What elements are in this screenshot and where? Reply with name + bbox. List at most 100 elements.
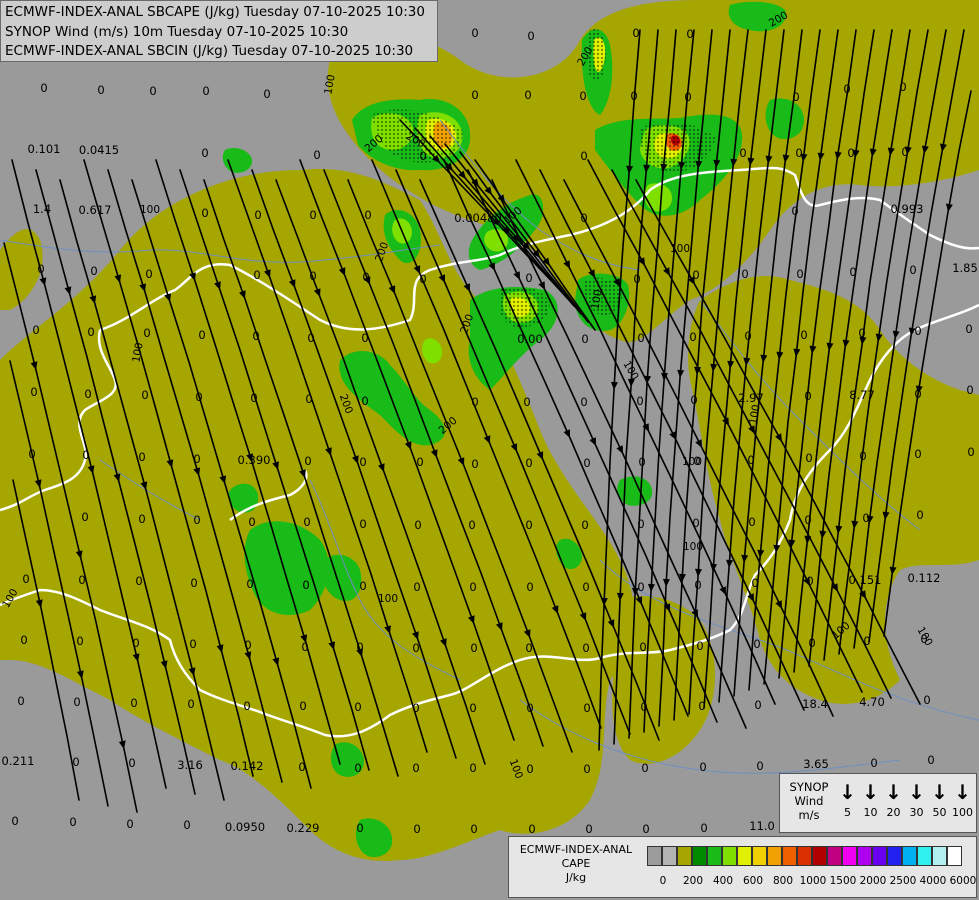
cin-value-label: 0 — [641, 761, 648, 775]
cape-color-swatch — [767, 846, 782, 866]
wind-arrowhead — [945, 203, 953, 212]
cin-value-label: 0 — [193, 513, 200, 527]
cin-value-label: 0 — [138, 450, 145, 464]
synop-legend-title: SYNOP Wind m/s — [783, 780, 835, 822]
cin-value-label: 0.101 — [28, 142, 61, 156]
cape-contour-label: 100 — [140, 204, 160, 216]
cape-color-swatch — [722, 846, 737, 866]
cin-value-label: 0 — [419, 272, 426, 286]
cin-value-label: 0 — [694, 578, 701, 592]
cin-value-label: 0 — [525, 518, 532, 532]
cin-value-label: 0 — [198, 328, 205, 342]
cin-value-label: 0 — [354, 761, 361, 775]
cin-value-label: 0 — [202, 84, 209, 98]
cin-value-label: 0 — [37, 262, 44, 276]
cin-value-label: 0 — [795, 146, 802, 160]
cin-value-label: 0 — [90, 264, 97, 278]
cin-value-label: 0 — [916, 508, 923, 522]
cin-value-label: 0 — [190, 576, 197, 590]
cin-value-label: 0 — [263, 87, 270, 101]
wind-arrow-icon: ↓ — [908, 780, 925, 804]
cin-value-label: 0 — [468, 518, 475, 532]
cin-value-label: 0 — [22, 572, 29, 586]
cin-value-label: 0 — [356, 821, 363, 835]
cin-value-label: 0 — [843, 82, 850, 96]
cin-value-label: 0 — [471, 457, 478, 471]
cin-value-label: 3.16 — [177, 758, 203, 772]
cin-value-label: 0 — [528, 822, 535, 836]
cape-color-swatch — [692, 846, 707, 866]
cin-value-label: 0.142 — [231, 759, 264, 773]
cape-color-swatch — [812, 846, 827, 866]
cin-value-label: 0 — [909, 263, 916, 277]
cin-value-label: 0 — [966, 383, 973, 397]
cin-value-label: 0 — [791, 204, 798, 218]
cin-value-label: 0 — [700, 821, 707, 835]
cin-value-label: 0 — [862, 511, 869, 525]
cape-color-swatch — [887, 846, 902, 866]
cin-value-label: 0 — [87, 325, 94, 339]
cin-value-label: 0 — [525, 456, 532, 470]
cin-value-label: 0 — [804, 389, 811, 403]
cape-color-swatch — [677, 846, 692, 866]
cin-value-label: 0 — [639, 640, 646, 654]
cin-value-label: 0 — [965, 322, 972, 336]
cin-value-label: 0 — [189, 637, 196, 651]
cin-value-label: 0 — [637, 331, 644, 345]
cin-value-label: 0 — [248, 515, 255, 529]
cin-value-label: 0 — [76, 634, 83, 648]
cin-value-label: 0 — [141, 388, 148, 402]
cin-value-label: 0.390 — [238, 453, 271, 467]
cin-value-label: 0 — [412, 701, 419, 715]
cin-value-label: 0 — [193, 452, 200, 466]
wind-arrow-icon: ↓ — [931, 780, 948, 804]
synop-legend-item: ↓ 20 — [882, 780, 905, 820]
cin-value-label: 0 — [304, 454, 311, 468]
cin-value-label: 0 — [307, 331, 314, 345]
cin-value-label: 0 — [748, 515, 755, 529]
cin-value-label: 0 — [143, 326, 150, 340]
cin-value-label: 0 — [72, 755, 79, 769]
cin-value-label: 0 — [637, 580, 644, 594]
cin-value-label: 0 — [640, 700, 647, 714]
cin-value-label: 0 — [808, 636, 815, 650]
cin-value-label: 0 — [246, 577, 253, 591]
cin-value-label: 0 — [30, 385, 37, 399]
cin-value-label: 0 — [128, 756, 135, 770]
synop-value: 5 — [844, 806, 851, 819]
cin-value-label: 0 — [126, 817, 133, 831]
cin-value-label: 0 — [32, 323, 39, 337]
cin-value-label: 0 — [792, 90, 799, 104]
cin-value-label: 0 — [927, 753, 934, 767]
cape-legend-label: 6000 — [949, 875, 977, 887]
cin-value-label: 0 — [414, 518, 421, 532]
cin-value-label: 0 — [630, 89, 637, 103]
wind-arrowhead — [726, 559, 734, 568]
cape-color-swatch — [662, 846, 677, 866]
cin-value-label: 0 — [526, 762, 533, 776]
cin-value-label: 0 — [299, 699, 306, 713]
cin-value-label: 0 — [914, 324, 921, 338]
cin-value-label: 0 — [469, 701, 476, 715]
synop-value: 50 — [932, 806, 947, 819]
cin-value-label: 0 — [859, 449, 866, 463]
cape-color-swatch — [707, 846, 722, 866]
cape-title-line: ECMWF-INDEX-ANAL — [519, 843, 633, 856]
cape-color-swatch — [752, 846, 767, 866]
cin-value-label: 0 — [413, 822, 420, 836]
cin-value-label: 0 — [309, 269, 316, 283]
cape-color-swatch — [647, 846, 662, 866]
cin-value-label: 0 — [356, 640, 363, 654]
cin-value-label: 0 — [82, 448, 89, 462]
cape-color-swatch — [902, 846, 917, 866]
map-view[interactable]: 0 0 0 0 0 0 0 0 0 0 0 0 0 0 0 0 0 0.101 0.0415 0 0 0 0 0 0 0 0 1.4 0… — [0, 0, 979, 900]
cin-value-label: 0 — [756, 759, 763, 773]
cin-value-label: 0 — [796, 267, 803, 281]
cape-color-swatch — [827, 846, 842, 866]
cin-value-label: 8.77 — [849, 388, 875, 402]
cin-value-label: 0 — [69, 815, 76, 829]
cin-value-label: 0 — [583, 762, 590, 776]
map-canvas[interactable]: 0 0 0 0 0 0 0 0 0 0 0 0 0 0 0 0 0 0.101 0.0415 0 0 0 0 0 0 0 0 1.4 0… — [0, 0, 979, 900]
synop-title-line: Wind — [794, 794, 824, 808]
cin-value-label: 0 — [579, 89, 586, 103]
